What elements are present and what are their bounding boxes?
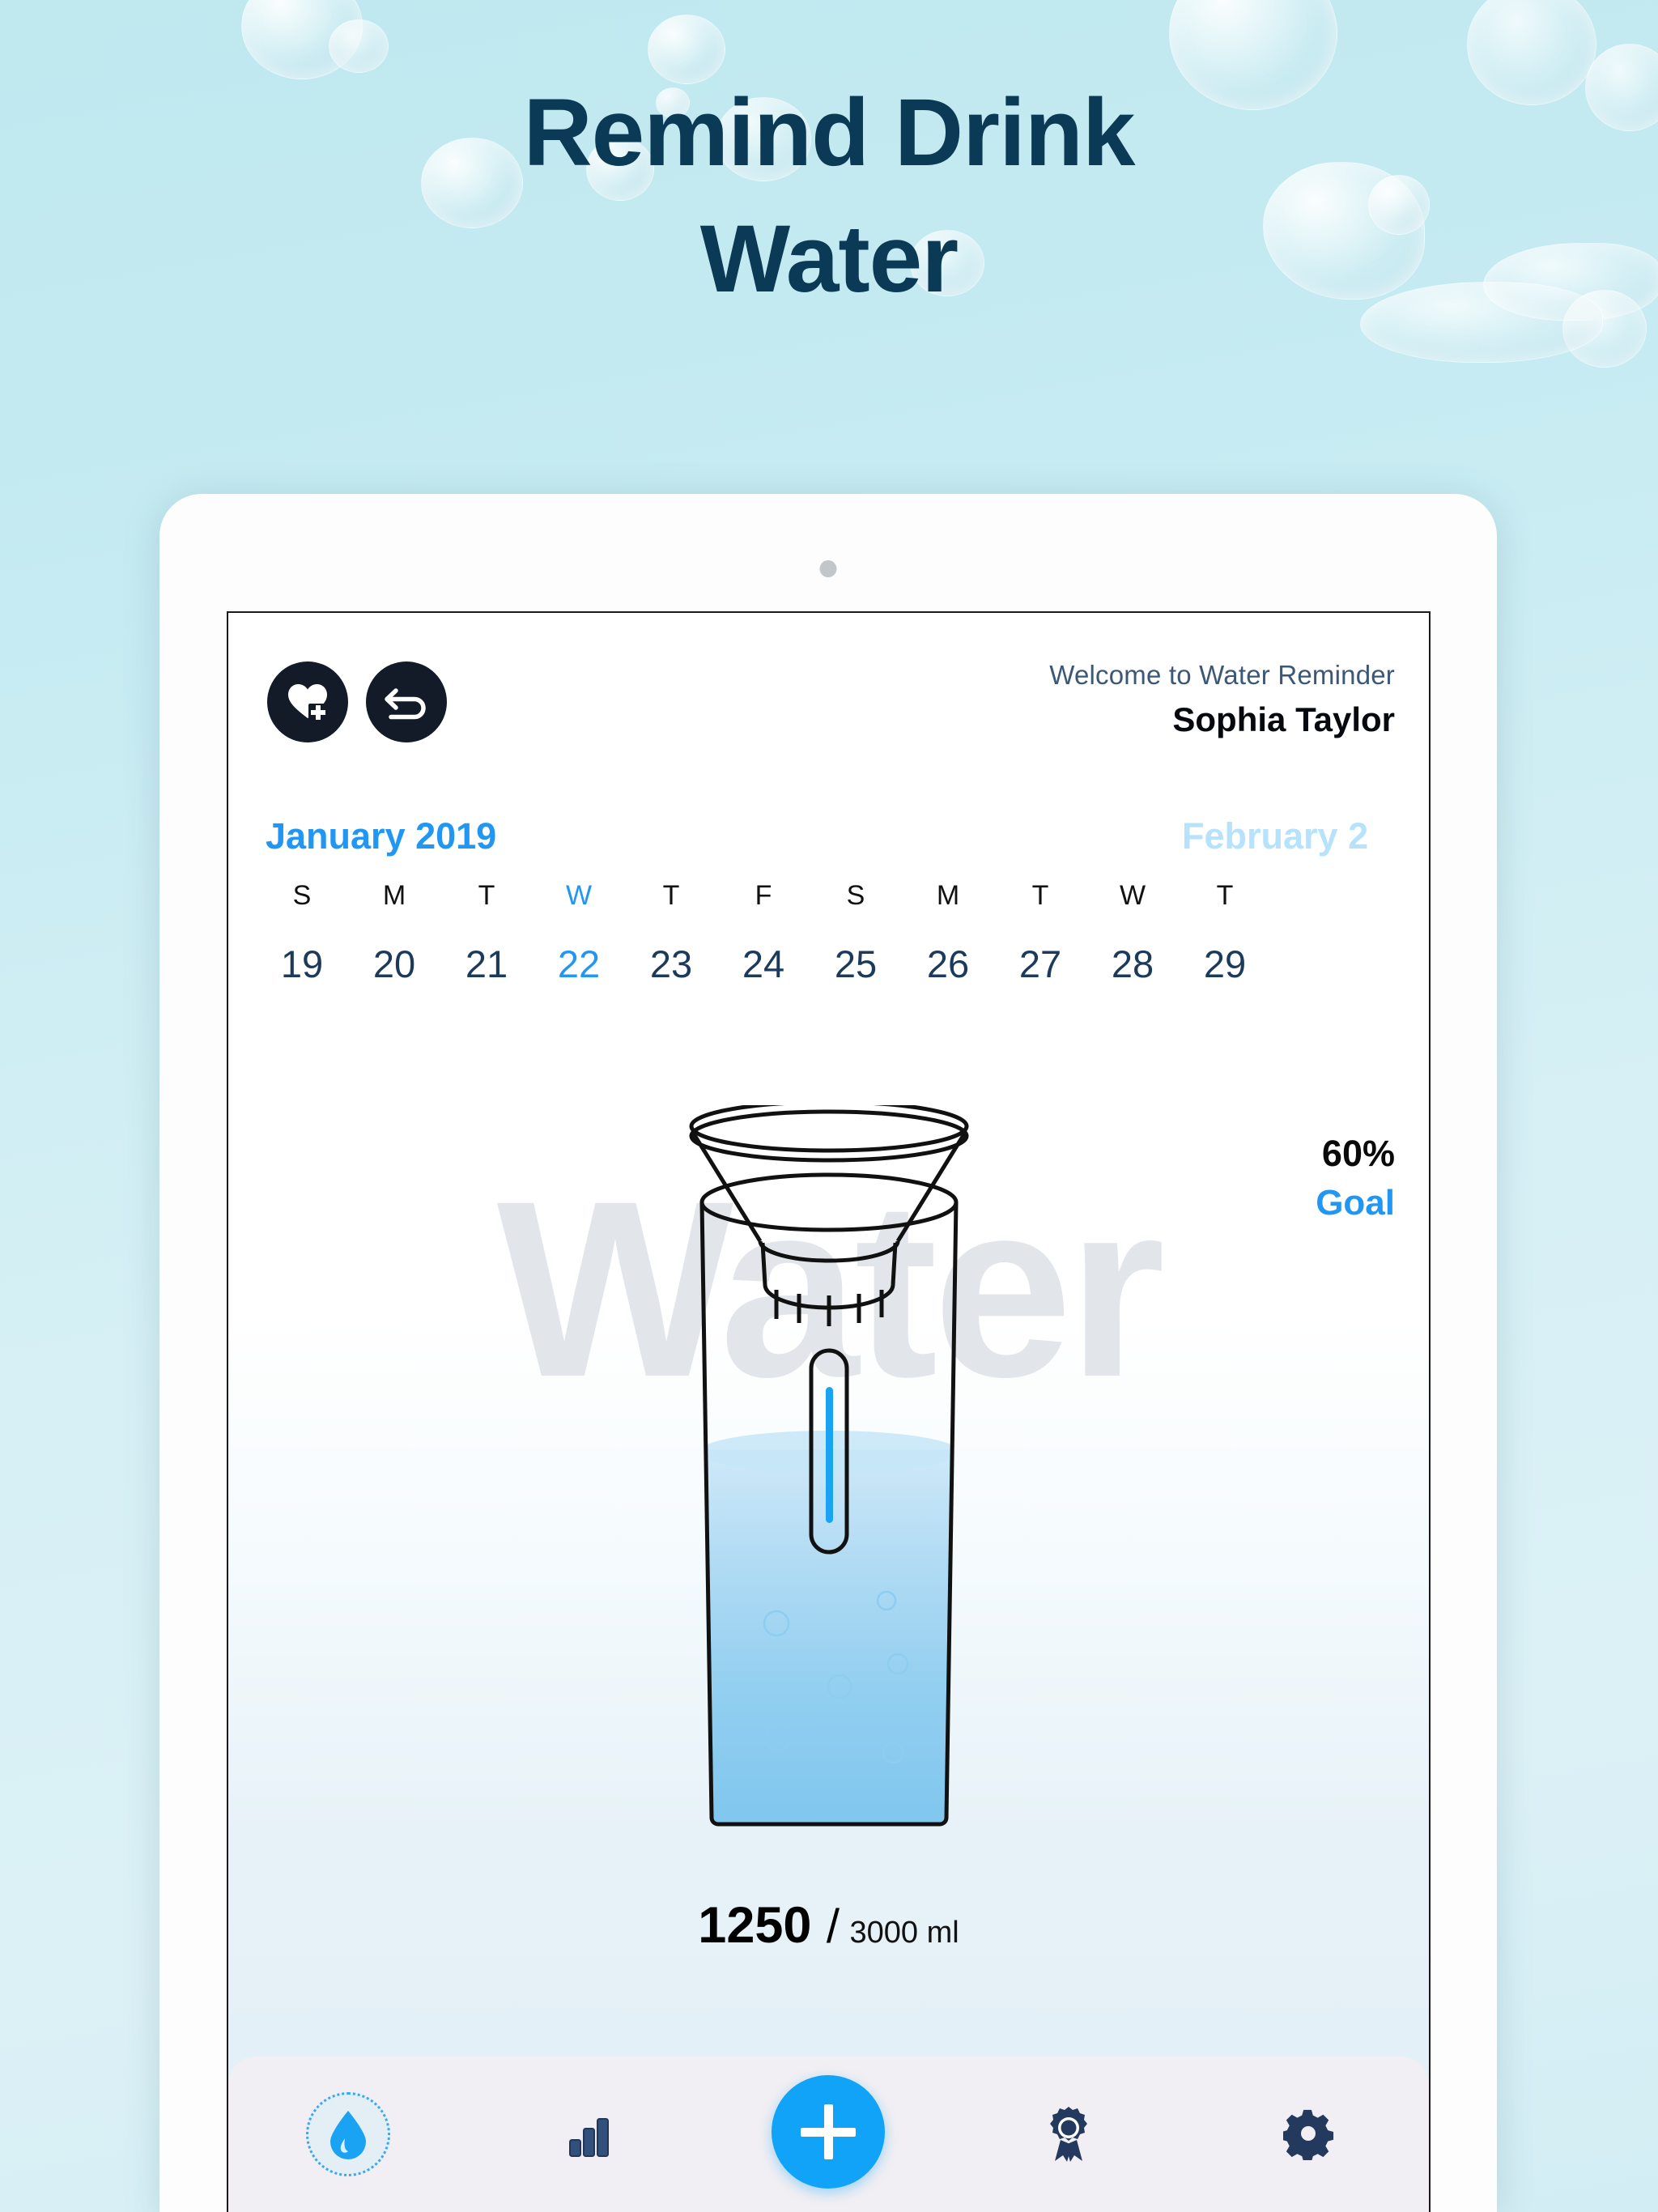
intake-separator: / [826,1900,840,1953]
calendar-day-number: 26 [926,942,970,985]
calendar-day-cell[interactable]: F 24 [717,882,810,993]
back-button[interactable] [366,661,447,742]
plus-icon [801,2104,857,2159]
next-month-label[interactable]: February 2 [1182,815,1368,857]
bubble [241,0,363,79]
user-name: Sophia Taylor [1172,700,1395,738]
calendar-dow: T [478,880,495,911]
intake-target: 3000 ml [849,1916,959,1950]
calendar-dow: S [292,880,312,911]
calendar-day-number: 29 [1203,942,1247,985]
device-screen: Water Welcome to Water Reminder Sophia T… [227,611,1431,2212]
calendar-dow: T [1031,880,1049,911]
app-header: Welcome to Water Reminder Sophia Taylor [267,660,1395,765]
bubble [329,19,389,73]
calendar-day-cell-selected[interactable]: W 22 [533,882,625,993]
glass-rim [699,1172,958,1232]
heart-plus-icon [288,684,328,723]
calendar-day-cell[interactable]: T 29 [1179,882,1271,993]
current-month-label[interactable]: January 2019 [266,815,496,857]
bottom-navigation [228,2057,1429,2212]
award-ribbon-icon [1050,2107,1088,2162]
water-drop-icon [330,2111,367,2159]
intake-current: 1250 [698,1897,812,1954]
bubble [648,15,725,84]
welcome-text: Welcome to Water Reminder [1049,660,1395,690]
tablet-device: Water Welcome to Water Reminder Sophia T… [159,494,1497,2212]
calendar-day-number: 23 [649,942,693,985]
gear-icon [1282,2109,1333,2160]
calendar-day-cell[interactable]: M 26 [902,882,994,993]
nav-item-water[interactable] [228,2057,469,2212]
hero-title-line2: Water [699,206,959,313]
calendar-dow: M [382,880,406,911]
calendar-strip: S 19 M 20 T 21 W 22 T 23 F 24 S 25 M 26 T 27 W 28 … [256,882,1429,993]
nav-item-settings[interactable] [1188,2057,1429,2212]
calendar-dow: T [1216,880,1234,911]
strainer-lid [689,1105,968,1326]
calendar-day-cell[interactable]: M 20 [348,882,440,993]
calendar-day-number: 20 [372,942,416,985]
goal-percent: 60% [1321,1133,1395,1174]
goal-label: Goal [1316,1183,1395,1223]
nav-active-pill [306,2092,391,2176]
calendar-day-number: 25 [834,942,878,985]
water-glass-illustration[interactable] [655,1105,1003,1858]
month-row: January 2019 February 2 [266,815,1429,864]
calendar-day-cell[interactable]: T 21 [440,882,533,993]
camera-dot [819,560,837,577]
calendar-day-number: 22 [533,936,625,993]
calendar-day-number: 27 [1018,942,1062,985]
nav-item-stats[interactable] [469,2057,709,2212]
calendar-day-cell[interactable]: T 23 [625,882,717,993]
calendar-day-number: 19 [280,942,324,985]
calendar-day-number: 21 [465,942,508,985]
calendar-dow: T [662,880,680,911]
calendar-day-cell[interactable]: T 27 [994,882,1086,993]
undo-arrow-icon [385,688,426,720]
nav-item-achievements[interactable] [949,2057,1189,2212]
calendar-day-cell[interactable]: W 28 [1086,882,1179,993]
hero-title: Remind Drink Water [0,85,1658,307]
intake-amount: 1250 / 3000 ml [228,1896,1429,1955]
calendar-day-cell[interactable]: S 19 [256,882,348,993]
hero-title-line1: Remind Drink [523,79,1135,186]
calendar-dow: F [755,880,772,911]
nav-item-add[interactable] [708,2057,949,2212]
favorite-button[interactable] [267,661,348,742]
calendar-day-number: 28 [1111,942,1154,985]
calendar-day-cell[interactable]: S 25 [810,882,902,993]
calendar-dow: S [846,880,865,911]
welcome-block: Welcome to Water Reminder Sophia Taylor [1049,660,1395,739]
goal-block: 60% Goal [1316,1133,1395,1223]
add-water-button[interactable] [772,2075,886,2189]
calendar-day-number: 24 [742,942,785,985]
calendar-dow: W [1119,880,1146,911]
calendar-dow: W [565,880,593,911]
bar-chart-icon [568,2118,609,2157]
calendar-dow: M [936,880,960,911]
water-reminder-app: Water Welcome to Water Reminder Sophia T… [228,613,1429,2212]
